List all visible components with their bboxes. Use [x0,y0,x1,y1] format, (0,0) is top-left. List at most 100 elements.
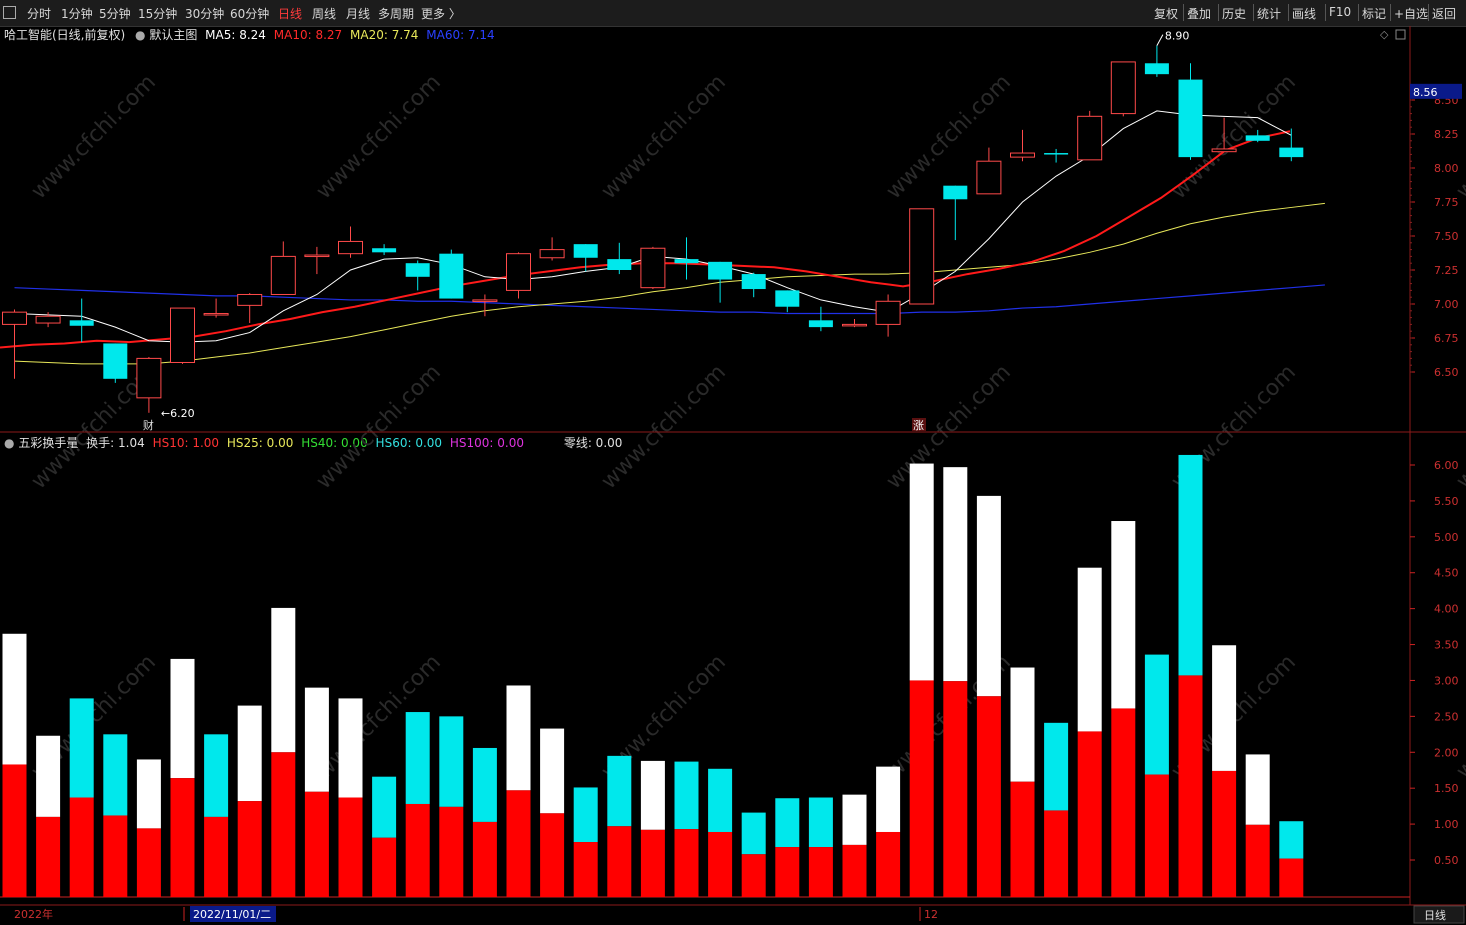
turnover-bar-bottom [1010,781,1035,897]
watermark-text: www.cfchi.com [312,70,446,204]
turnover-bar-top [271,607,296,753]
watermark-text: www.cfchi.com [312,360,446,494]
turnover-bar-bottom [540,813,565,897]
candle-body-down [808,320,833,328]
vol-tick-label: 2.50 [1434,710,1459,723]
candle-body-down [1279,147,1304,158]
vol-tick-label: 3.50 [1434,639,1459,652]
turnover-bar-top [573,787,598,843]
candle-body-up [338,240,363,255]
turnover-bar-top [1111,521,1136,709]
vol-tick-label: 3.00 [1434,674,1459,687]
turnover-bar-bottom [1245,824,1270,897]
turnover-bar-bottom [2,764,27,897]
turnover-bar-bottom [69,797,94,897]
turnover-bar-bottom [741,854,766,897]
candle-body-up [875,300,901,325]
watermark-text: www.cfchi.com [597,360,731,494]
turnover-bar-top [1144,654,1169,775]
price-tick-label: 6.50 [1434,366,1459,379]
turnover-bar-bottom [1279,858,1304,897]
candle-body-up [1211,148,1237,153]
turnover-bar-bottom [304,791,329,897]
candle-body-up [539,249,565,259]
finance-marker: 财 [143,418,154,432]
diamond-icon: ◇ [1380,28,1389,41]
candle-body-up [304,254,330,258]
price-tick-label: 8.00 [1434,162,1459,175]
turnover-bar-bottom [1044,810,1069,897]
turnover-bar-bottom [372,837,397,897]
turnover-bar-bottom [170,778,195,897]
candle-body-down [708,261,733,280]
vol-tick-label: 4.50 [1434,567,1459,580]
candle-body-down [439,253,464,299]
turnover-bar-bottom [842,844,867,897]
vol-tick-label: 1.50 [1434,782,1459,795]
turnover-bar-top [1178,454,1203,676]
candle-body-up [1077,115,1103,161]
candle-body-up [640,247,666,289]
turnover-bar-top [103,734,128,816]
turnover-bar-top [170,658,195,779]
watermark-text: www.cfchi.com [1452,360,1466,494]
turnover-bar-bottom [775,847,800,897]
turnover-bar-bottom [1178,675,1203,897]
turnover-bar-top [1077,567,1102,732]
low-price-label: ←6.20 [161,407,195,420]
turnover-bar-bottom [136,828,161,897]
candle-body-down [1144,63,1169,75]
turnover-bar-bottom [909,680,934,897]
turnover-bar-bottom [674,829,699,897]
turnover-bar-bottom [640,829,665,897]
turnover-bar-top [708,768,733,832]
turnover-bar-top [607,755,632,827]
candle-body-down [573,244,598,258]
candle-body-down [607,259,632,270]
vol-tick-label: 2.00 [1434,746,1459,759]
candle-body-down [1178,79,1203,158]
turnover-bar-top [640,760,665,830]
candle-body-down [69,320,94,326]
turnover-bar-bottom [439,806,464,897]
turnover-bar-bottom [876,831,901,897]
period-button[interactable]: 日线 [1424,908,1446,922]
kline-chart[interactable]: www.cfchi.com www.cfchi.com www.cfchi.com w… [0,0,1466,925]
turnover-bar-top [1279,821,1304,859]
candle-body-down [775,290,800,307]
turnover-bar-bottom [1111,708,1136,897]
turnover-bar-bottom [1144,774,1169,897]
turnover-bar-bottom [943,681,968,897]
candle-body-up [842,323,867,327]
turnover-bar-top [136,759,161,829]
current-price-label: 8.56 [1413,86,1438,99]
candle-body-down [674,259,699,264]
vol-tick-label: 5.50 [1434,495,1459,508]
turnover-bar-top [876,766,901,832]
candle-body-down [1245,135,1270,141]
turnover-bar-bottom [103,815,128,897]
vol-tick-label: 0.50 [1434,854,1459,867]
candle-body-up [1010,152,1035,158]
turnover-bar-bottom [808,847,833,897]
candle-body-up [237,293,263,306]
turnover-bar-bottom [472,821,497,897]
turnover-bar-top [808,797,833,848]
turnover-bar-bottom [708,831,733,897]
price-tick-label: 7.75 [1434,196,1459,209]
watermark-text: www.cfchi.com [597,70,731,204]
limit-up-marker: 涨 [913,419,924,432]
turnover-bar-top [372,776,397,838]
turnover-bar-top [674,761,699,830]
candle-body-up [472,299,498,302]
turnover-bar-top [338,698,363,798]
turnover-bar-top [943,467,968,682]
turnover-bar-top [204,734,229,817]
price-tick-label: 7.25 [1434,264,1459,277]
turnover-bar-top [506,685,531,791]
high-arrow [1156,34,1164,46]
turnover-bar-bottom [204,816,229,897]
candle-body-down [372,248,397,253]
candle-body-up [976,160,1002,195]
turnover-bar-top [237,705,262,802]
